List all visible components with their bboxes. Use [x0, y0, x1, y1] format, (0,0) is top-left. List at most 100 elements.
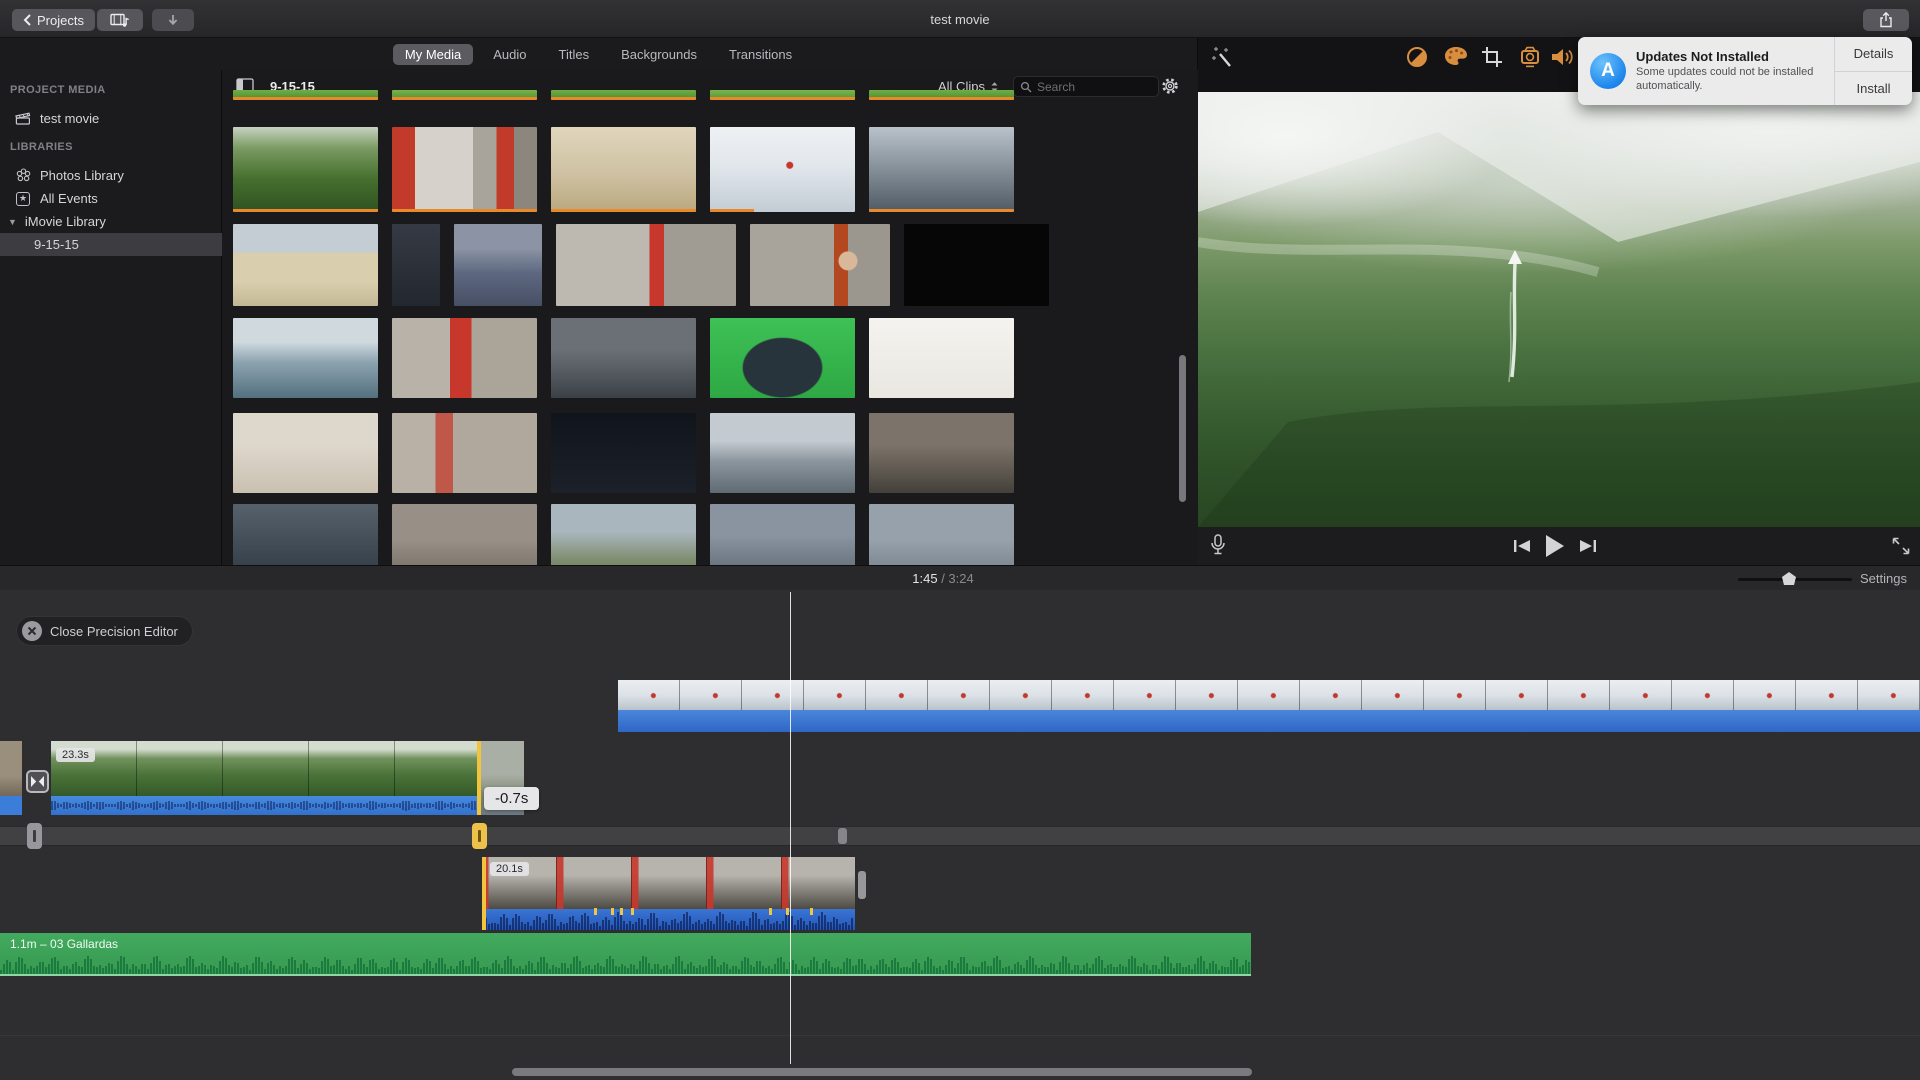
current-time: 1:45 — [912, 571, 937, 586]
timeline-zoom-slider[interactable] — [1738, 578, 1852, 581]
media-thumbnail[interactable] — [556, 224, 736, 306]
filmstrip-frame — [1734, 680, 1796, 710]
media-thumbnail[interactable] — [392, 127, 537, 212]
media-thumbnail[interactable] — [454, 224, 542, 306]
tab-audio[interactable]: Audio — [481, 44, 538, 65]
media-thumbnail[interactable] — [869, 318, 1014, 398]
media-thumbnail[interactable] — [392, 224, 440, 306]
trim-edge-handle[interactable] — [477, 741, 481, 815]
crop-icon[interactable] — [1481, 46, 1503, 68]
video-preview[interactable] — [1198, 92, 1920, 527]
tab-transitions[interactable]: Transitions — [717, 44, 804, 65]
filmstrip-frame — [1300, 680, 1362, 710]
media-thumbnail[interactable] — [551, 318, 696, 398]
media-grid-row — [233, 127, 1014, 212]
fullscreen-icon[interactable] — [1892, 537, 1910, 555]
sidebar-item-label: test movie — [40, 111, 99, 126]
sidebar-item-event-9-15-15[interactable]: 9-15-15 — [0, 233, 222, 256]
enhance-wand-icon[interactable] — [1212, 46, 1234, 68]
media-thumbnail[interactable] — [869, 127, 1014, 212]
media-thumbnail[interactable] — [869, 90, 1014, 100]
media-thumbnail[interactable] — [233, 318, 378, 398]
background-music-track[interactable]: 1.1m – 03 Gallardas — [0, 933, 1251, 976]
beat-marker-tick — [631, 908, 634, 915]
media-thumbnail[interactable] — [710, 318, 855, 398]
media-thumbnail[interactable] — [904, 224, 1049, 306]
filmstrip-frame — [680, 680, 742, 710]
media-thumbnail[interactable] — [710, 127, 855, 212]
media-thumbnail[interactable] — [392, 413, 537, 493]
media-thumbnail[interactable] — [233, 90, 378, 100]
timeline-scrollbar[interactable] — [512, 1068, 1252, 1076]
timeline-separator — [0, 1035, 1920, 1036]
clapperboard-icon — [14, 112, 32, 125]
media-thumbnail[interactable] — [392, 504, 537, 565]
close-precision-editor-label: Close Precision Editor — [50, 624, 178, 639]
media-thumbnail[interactable] — [710, 504, 855, 565]
search-input[interactable] — [1037, 80, 1147, 94]
voiceover-mic-icon[interactable] — [1210, 534, 1226, 558]
filmstrip-frame — [707, 857, 782, 909]
media-thumbnail[interactable] — [710, 90, 855, 100]
incoming-clip-audio[interactable] — [618, 710, 1920, 732]
connected-clip-trim-handle[interactable] — [482, 857, 486, 930]
zoom-slider-thumb[interactable] — [1782, 572, 1796, 585]
media-thumbnail[interactable] — [233, 224, 378, 306]
edit-point-handle[interactable] — [27, 823, 42, 849]
update-notification: A Updates Not Installed Some updates cou… — [1578, 37, 1912, 105]
skip-back-icon[interactable] — [1513, 539, 1531, 553]
tab-my-media[interactable]: My Media — [393, 44, 473, 65]
volume-icon[interactable] — [1550, 46, 1576, 68]
filmstrip-frame — [618, 680, 680, 710]
sidebar-item-test-movie[interactable]: test movie — [0, 107, 222, 130]
media-thumbnail[interactable] — [869, 504, 1014, 565]
stabilization-camera-icon[interactable] — [1517, 46, 1543, 68]
connected-clip-filmstrip[interactable] — [482, 857, 855, 909]
media-thumbnail[interactable] — [392, 318, 537, 398]
media-thumbnail[interactable] — [710, 413, 855, 493]
previous-clip-fragment[interactable] — [0, 741, 22, 804]
skip-forward-icon[interactable] — [1579, 539, 1597, 553]
media-thumbnail[interactable] — [551, 413, 696, 493]
timebar: 1:45 / 3:24 Settings — [0, 565, 1920, 590]
outgoing-clip-filmstrip[interactable] — [51, 741, 481, 796]
media-thumbnail[interactable] — [551, 127, 696, 212]
filmstrip-frame — [804, 680, 866, 710]
media-thumbnail[interactable] — [392, 90, 537, 100]
sidebar-item-photos-library[interactable]: Photos Library — [0, 164, 222, 187]
play-icon[interactable] — [1545, 535, 1565, 557]
precision-editor-divider[interactable] — [0, 826, 1920, 846]
trim-delta-badge: -0.7s — [484, 787, 539, 810]
share-button[interactable] — [1863, 9, 1909, 31]
notification-actions: Details Install — [1834, 37, 1912, 105]
playhead[interactable] — [790, 592, 791, 1064]
secondary-edit-handle[interactable] — [838, 828, 847, 844]
details-button[interactable]: Details — [1835, 37, 1912, 71]
media-thumbnail[interactable] — [233, 504, 378, 565]
media-thumbnail[interactable] — [750, 224, 890, 306]
timeline-settings-button[interactable]: Settings — [1860, 571, 1907, 586]
sidebar-item-all-events[interactable]: ★ All Events — [0, 187, 222, 210]
media-thumbnail[interactable] — [233, 413, 378, 493]
filmstrip-frame — [1610, 680, 1672, 710]
tab-backgrounds[interactable]: Backgrounds — [609, 44, 709, 65]
selected-edit-point-handle[interactable] — [472, 823, 487, 849]
clip-end-grip[interactable] — [858, 871, 866, 899]
media-thumbnail[interactable] — [869, 413, 1014, 493]
tab-titles[interactable]: Titles — [547, 44, 602, 65]
media-thumbnail[interactable] — [551, 90, 696, 100]
search-field[interactable] — [1013, 76, 1159, 97]
beat-marker-tick — [786, 908, 789, 915]
install-button[interactable]: Install — [1835, 71, 1912, 106]
media-thumbnail[interactable] — [551, 504, 696, 565]
incoming-clip-filmstrip[interactable] — [618, 680, 1920, 710]
color-correction-palette-icon[interactable] — [1444, 46, 1468, 66]
browser-scrollbar[interactable] — [1179, 355, 1186, 502]
gear-icon[interactable] — [1160, 76, 1180, 96]
sidebar-item-imovie-library[interactable]: ▼ iMovie Library — [0, 210, 222, 233]
media-thumbnail[interactable] — [233, 127, 378, 212]
titlebar: Projects test movie — [0, 0, 1920, 38]
transition-icon[interactable] — [26, 770, 49, 793]
close-precision-editor-button[interactable]: Close Precision Editor — [16, 616, 193, 646]
color-balance-icon[interactable] — [1406, 46, 1428, 68]
